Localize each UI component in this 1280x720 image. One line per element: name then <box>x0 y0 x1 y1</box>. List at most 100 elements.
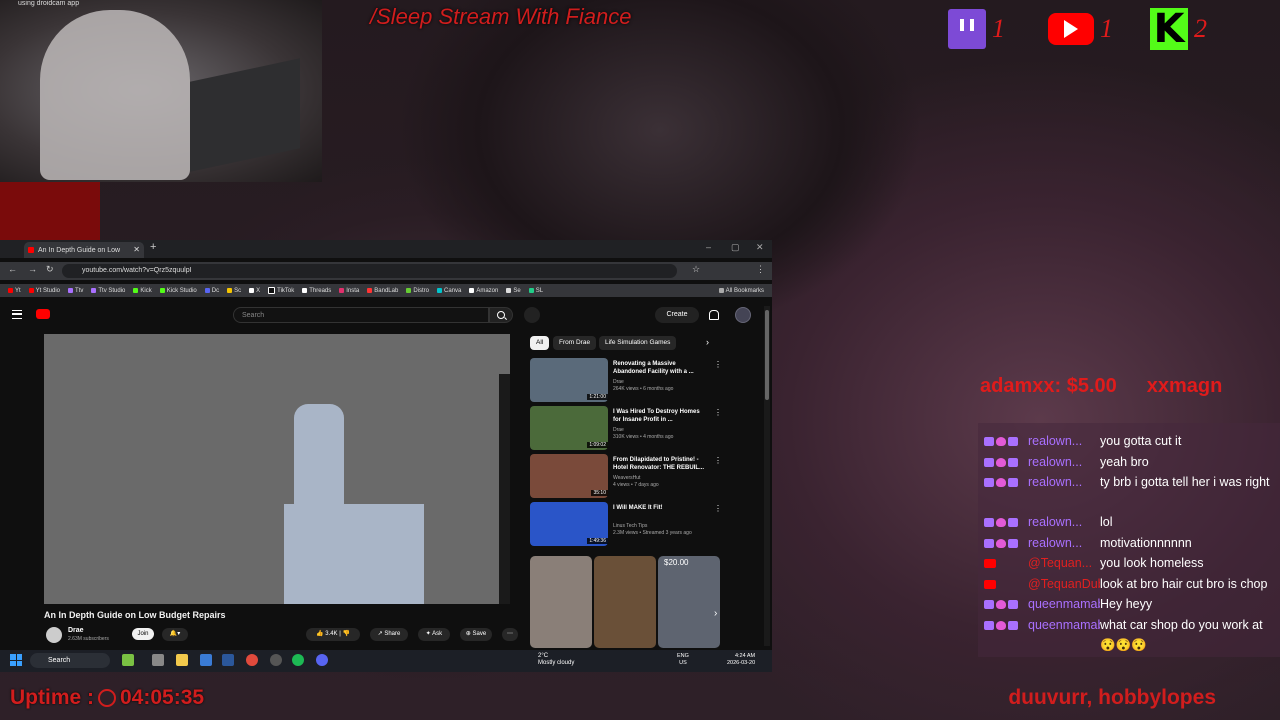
create-button[interactable]: Create <box>655 307 699 323</box>
back-button[interactable]: ← <box>8 264 17 274</box>
more-options-icon[interactable]: ⋮ <box>714 504 722 513</box>
store-icon[interactable] <box>200 654 212 666</box>
create-label: Create <box>666 311 688 318</box>
video-player[interactable] <box>44 334 510 604</box>
reload-button[interactable]: ↻ <box>46 264 54 275</box>
bookmark-item[interactable]: Kick Studio <box>159 287 197 294</box>
more-actions-button[interactable]: ⋯ <box>502 628 518 641</box>
address-bar[interactable]: youtube.com/watch?v=Qrz5zquulpI <box>62 264 677 278</box>
bookmark-item[interactable]: SL <box>528 288 543 294</box>
bookmark-item[interactable]: TikTok <box>268 287 294 294</box>
minimize-button[interactable]: – <box>706 242 711 252</box>
chevron-right-icon[interactable]: › <box>714 608 717 619</box>
bookmark-item[interactable]: Distro <box>406 288 429 294</box>
mic-icon[interactable] <box>524 307 540 323</box>
short-thumbnail[interactable] <box>594 556 656 648</box>
chevron-right-icon[interactable]: › <box>706 337 709 347</box>
discord-icon[interactable] <box>316 654 328 666</box>
related-video[interactable]: 1:21:00 Renovating a Massive Abandoned F… <box>530 358 722 404</box>
scrollbar[interactable] <box>764 306 770 646</box>
close-tab-icon[interactable]: ✕ <box>133 245 140 254</box>
bookmark-item[interactable]: Ttv <box>68 288 83 294</box>
notification-bell-button[interactable]: 🔔▾ <box>162 628 188 641</box>
chat-username: @Tequan... <box>1028 556 1093 570</box>
app-icon[interactable] <box>122 654 134 666</box>
chat-message: realown... ty brb i gotta tell her i was… <box>984 472 1280 492</box>
windows-start-icon[interactable] <box>10 654 22 666</box>
scrollbar-thumb[interactable] <box>765 310 769 400</box>
video-frame-shape <box>284 504 424 604</box>
bookmark-label: Canva <box>443 287 462 294</box>
channel-name[interactable]: Drae <box>68 627 84 634</box>
avatar[interactable] <box>735 307 751 323</box>
bookmark-item[interactable]: Yt Studio <box>28 288 60 294</box>
video-duration: 1:21:00 <box>587 394 608 400</box>
maximize-button[interactable]: ▢ <box>731 242 740 253</box>
system-clock[interactable]: 4:24 AM 2026-03-20 <box>727 653 755 667</box>
video-duration: 1:09:02 <box>587 442 608 448</box>
all-bookmarks[interactable]: All Bookmarks <box>718 288 764 294</box>
app-icon[interactable] <box>222 654 234 666</box>
chip-from-drae[interactable]: From Drae <box>553 336 597 350</box>
bookmark-icon <box>204 288 210 293</box>
bookmark-item[interactable]: BandLab <box>367 288 398 294</box>
menu-icon[interactable]: ⋮ <box>756 264 765 275</box>
like-button[interactable]: 👍 3.4K | 👎 <box>306 628 360 641</box>
more-options-icon[interactable]: ⋮ <box>714 408 722 417</box>
bookmark-item[interactable]: Sc <box>227 288 241 294</box>
related-video[interactable]: 1:49:36 I Will MAKE It Fit! Linus Tech T… <box>530 502 722 548</box>
subscriber-count: 2.63M subscribers <box>68 636 109 642</box>
search-input[interactable]: Search <box>233 307 489 323</box>
twitch-badge-icon <box>984 457 994 467</box>
related-video[interactable]: 1:09:02 I Was Hired To Destroy Homes for… <box>530 406 722 452</box>
short-thumbnail[interactable] <box>530 556 592 648</box>
bookmark-item[interactable]: Dc <box>204 288 219 294</box>
related-video[interactable]: 35:10 From Dilapidated to Pristine! - Ho… <box>530 454 722 500</box>
task-view-icon[interactable] <box>152 654 164 666</box>
browser-window: An In Depth Guide on Low ✕ + – ▢ ✕ ← → ↻… <box>0 240 772 672</box>
chrome-icon[interactable] <box>246 654 258 666</box>
channel-avatar[interactable] <box>46 627 62 643</box>
search-button[interactable] <box>489 307 513 323</box>
join-button[interactable]: Join <box>132 628 154 640</box>
new-tab-button[interactable]: + <box>150 241 156 253</box>
youtube-logo-icon[interactable] <box>36 309 50 319</box>
close-window-button[interactable]: ✕ <box>756 242 764 253</box>
chat-badges <box>984 553 1028 573</box>
taskbar-search[interactable]: Search <box>30 653 110 668</box>
browser-tab[interactable]: An In Depth Guide on Low ✕ <box>24 242 144 258</box>
bookmark-item[interactable]: Threads <box>302 288 331 294</box>
bookmark-label: Kick Studio <box>166 287 197 294</box>
bookmark-item[interactable]: Canva <box>436 287 462 294</box>
ask-button[interactable]: ✦ Ask <box>418 628 450 641</box>
browser-toolbar: ← → ↻ youtube.com/watch?v=Qrz5zquulpI ☆ … <box>0 262 772 280</box>
short-thumbnail[interactable]: $20.00 <box>658 556 720 648</box>
share-button[interactable]: ↗ Share <box>370 628 408 641</box>
bookmark-item[interactable]: Yt <box>8 288 21 294</box>
language-indicator[interactable]: ENG US <box>677 653 689 667</box>
weather-temp: 2°C <box>538 653 549 659</box>
more-options-icon[interactable]: ⋮ <box>714 360 722 369</box>
spotify-icon[interactable] <box>292 654 304 666</box>
obs-icon[interactable] <box>270 654 282 666</box>
chip-life-simulation-games[interactable]: Life Simulation Games <box>599 336 677 350</box>
save-button[interactable]: ⊕ Save <box>460 628 492 641</box>
bookmark-item[interactable]: Amazon <box>469 288 498 294</box>
hamburger-menu-icon[interactable] <box>12 310 22 319</box>
bookmark-item[interactable]: Ttv Studio <box>91 288 125 294</box>
more-options-icon[interactable]: ⋮ <box>714 456 722 465</box>
bell-icon[interactable] <box>709 310 719 320</box>
bookmark-item[interactable]: Insta <box>339 288 359 294</box>
tab-title: An In Depth Guide on Low <box>38 246 121 254</box>
bookmark-item[interactable]: Kick <box>133 288 152 294</box>
forward-button[interactable]: → <box>28 264 37 274</box>
star-icon[interactable]: ☆ <box>692 264 700 275</box>
file-explorer-icon[interactable] <box>176 654 188 666</box>
chat-message: realown... lol <box>984 512 1280 532</box>
bookmark-item[interactable]: X <box>249 288 260 294</box>
chat-text: Hey heyy <box>1100 597 1153 611</box>
chat-username: realown... <box>1028 455 1083 469</box>
bookmark-item[interactable]: Se <box>506 288 521 294</box>
weather-widget[interactable]: 2°C Mostly cloudy <box>538 653 574 667</box>
chip-all[interactable]: All <box>530 336 550 350</box>
